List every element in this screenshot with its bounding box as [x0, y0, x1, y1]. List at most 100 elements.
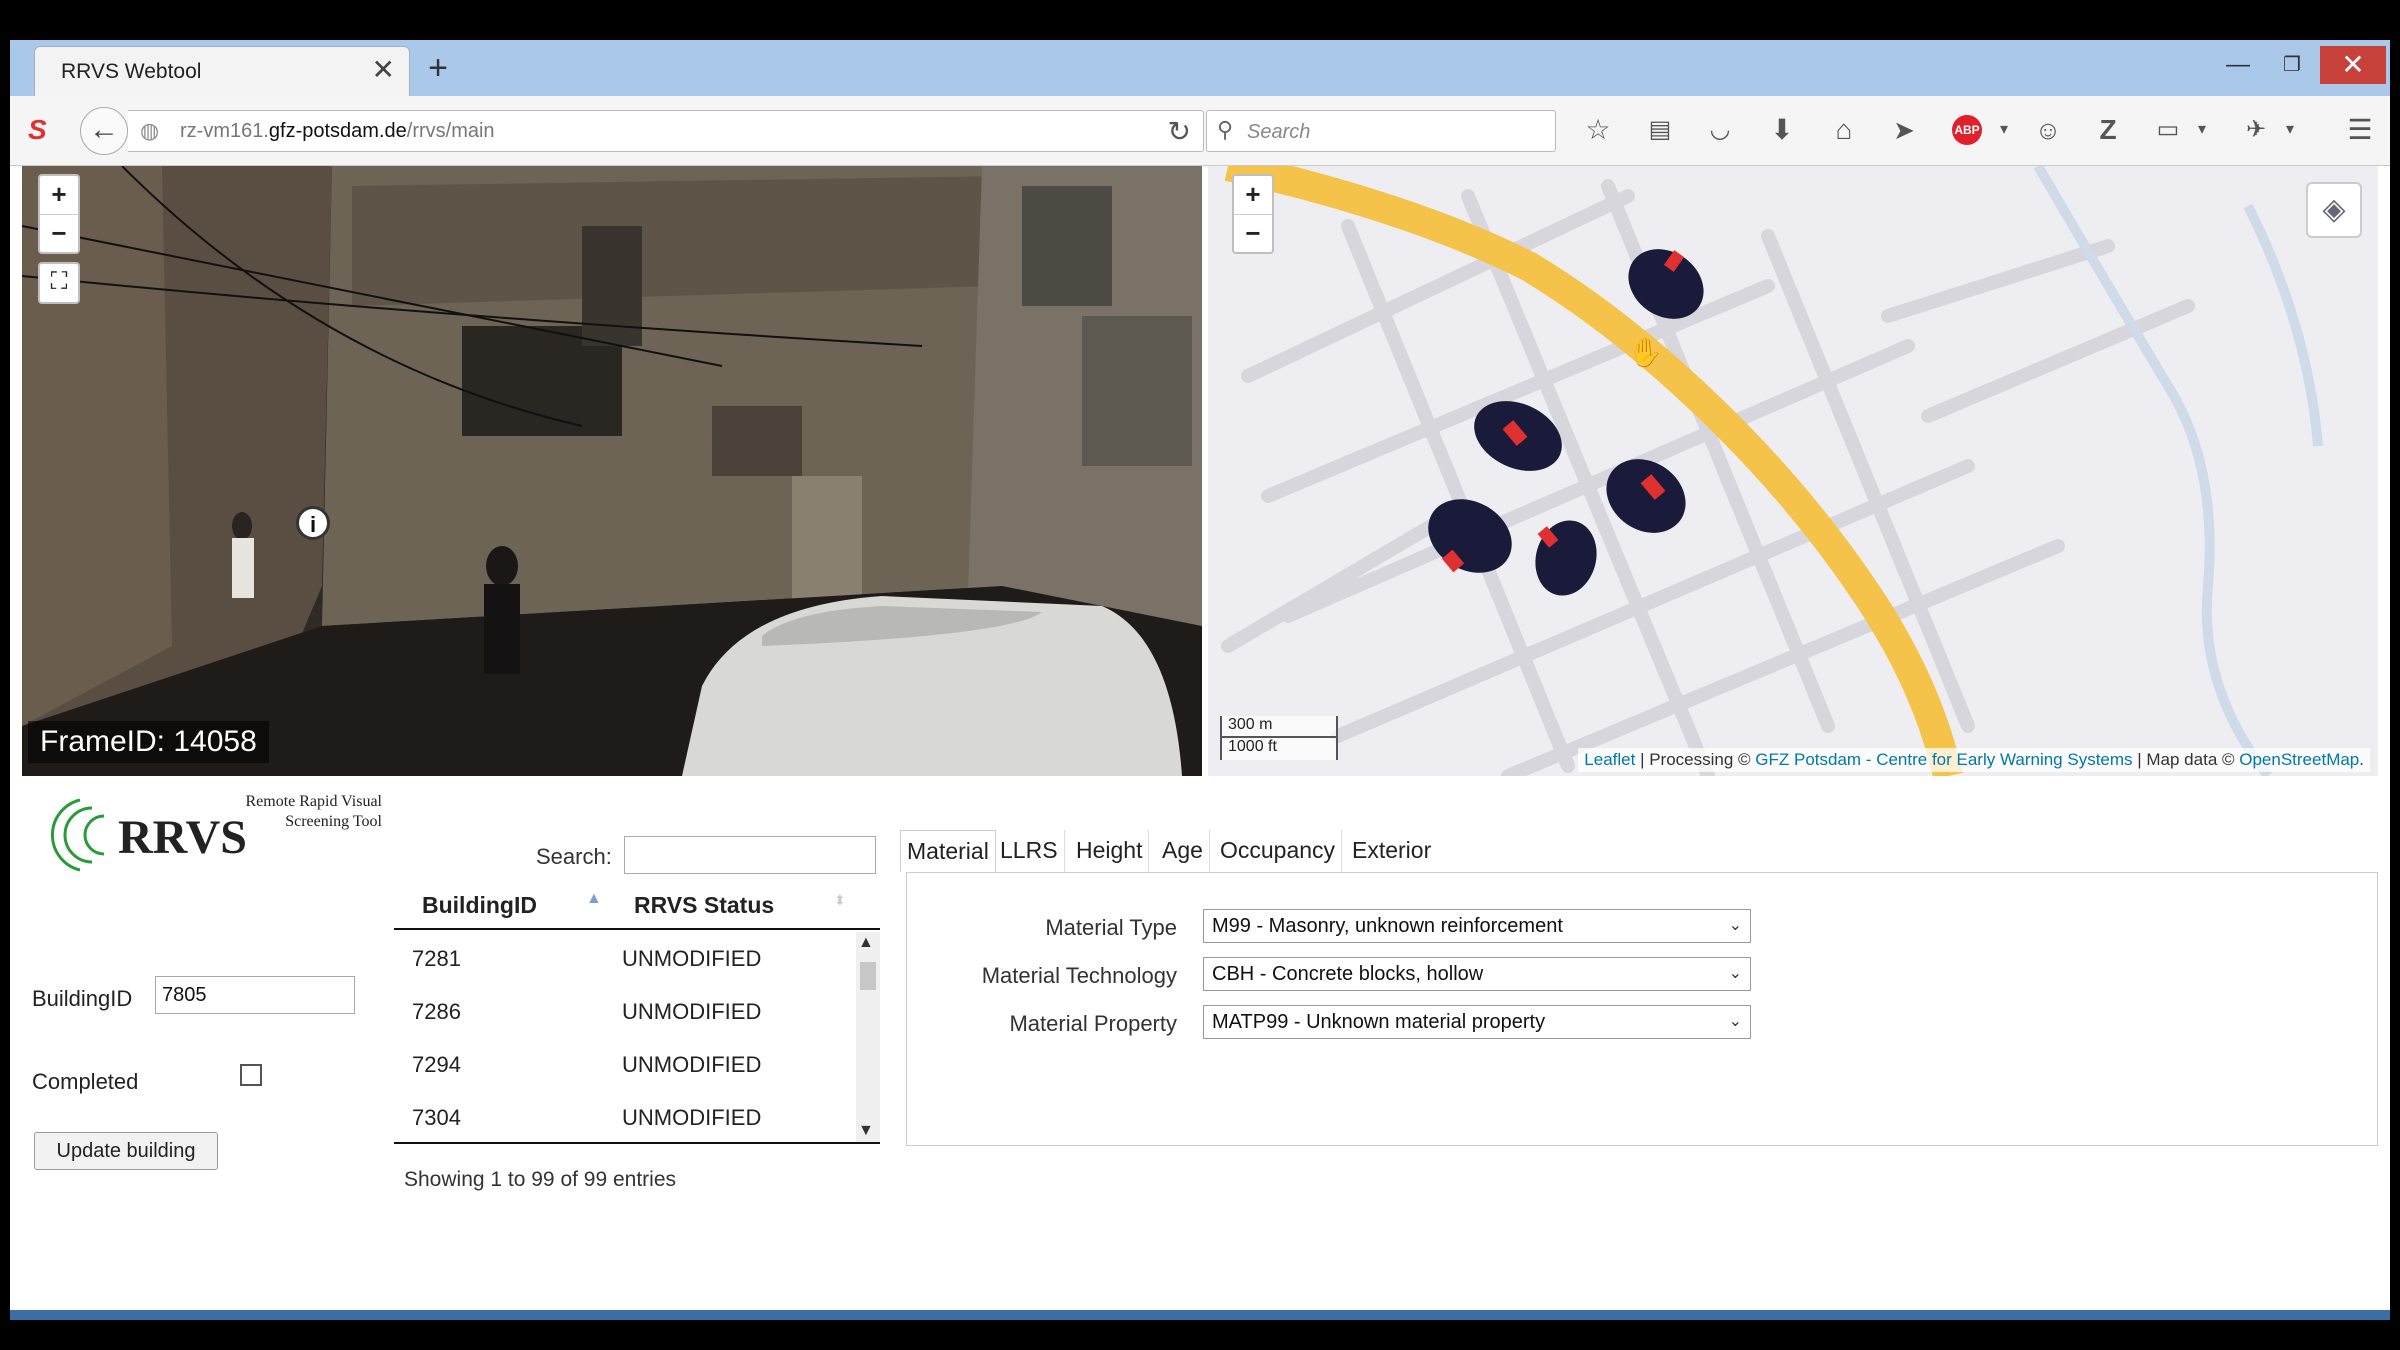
tab-bar: RRVS Webtool ✕ + — ❐ ✕ — [10, 40, 2390, 96]
material-property-label: Material Property — [1009, 1011, 1177, 1036]
table-entries-info: Showing 1 to 99 of 99 entries — [404, 1168, 677, 1191]
column-header-status[interactable]: RRVS Status — [634, 892, 774, 919]
scroll-up-icon[interactable]: ▲ — [858, 934, 874, 952]
back-button[interactable]: ← — [80, 107, 128, 155]
table-row[interactable]: 7281 UNMODIFIED — [394, 932, 854, 985]
adblock-icon[interactable]: ABP — [1952, 115, 1982, 145]
table-scrollbar[interactable]: ▲ ▼ — [856, 932, 880, 1142]
chevron-down-icon[interactable]: ▾ — [2182, 112, 2222, 148]
pocket-icon[interactable]: ◡ — [1700, 112, 1740, 148]
scale-metric: 300 m — [1220, 716, 1338, 738]
rrvs-logo: RRVS Remote Rapid Visual Screening Tool — [32, 790, 392, 890]
tab-height[interactable]: Height — [1070, 830, 1150, 872]
image-zoom-control: + − — [38, 174, 80, 254]
gfz-link[interactable]: GFZ Potsdam - Centre for Early Warning S… — [1755, 750, 2132, 769]
completed-checkbox[interactable] — [240, 1064, 262, 1086]
scroll-down-icon[interactable]: ▼ — [858, 1122, 874, 1140]
street-image-viewer[interactable]: + − ⛶ i FrameID: 14058 — [22, 166, 1202, 776]
zotero-icon[interactable]: Z — [2088, 112, 2128, 148]
chevron-down-icon: ⌄ — [1728, 1013, 1742, 1030]
tab-exterior-walls[interactable]: Exterior Walls — [1346, 830, 1437, 903]
layers-icon[interactable]: ◈ — [2306, 182, 2362, 238]
table-row[interactable]: 7294 UNMODIFIED — [394, 1038, 854, 1091]
completed-label: Completed — [32, 1069, 139, 1094]
search-icon: ⚲ — [1217, 117, 1234, 142]
close-window-button[interactable]: ✕ — [2320, 46, 2386, 84]
table-search-input[interactable] — [624, 836, 876, 874]
scale-imperial: 1000 ft — [1220, 738, 1338, 760]
material-type-select[interactable]: M99 - Masonry, unknown reinforcement ⌄ — [1203, 909, 1751, 943]
address-bar[interactable]: ◍ rz-vm161.gfz-potsdam.de/rrvs/main ↻ — [128, 110, 1204, 152]
star-icon[interactable]: ☆ — [1578, 112, 1618, 148]
building-table: BuildingID ▲ RRVS Status ⬍ 7281 UNMODIFI… — [394, 880, 880, 1160]
tab-age[interactable]: Age — [1156, 830, 1210, 872]
map-zoom-in-button[interactable]: + — [1234, 176, 1272, 214]
tab-llrs[interactable]: LLRS — [994, 830, 1065, 872]
building-id-field[interactable]: 7805 — [155, 976, 355, 1014]
logo-subtitle: Remote Rapid Visual Screening Tool — [245, 793, 382, 830]
chat-icon[interactable]: ☺ — [2028, 112, 2068, 148]
map-zoom-out-button[interactable]: − — [1234, 214, 1272, 252]
sort-icon: ⬍ — [834, 892, 846, 908]
map-tiles: ✋ — [1208, 166, 2378, 776]
tab-occupancy[interactable]: Occupancy — [1214, 830, 1343, 872]
home-icon[interactable]: ⌂ — [1824, 112, 1864, 148]
table-header: BuildingID ▲ RRVS Status ⬍ — [394, 880, 880, 930]
download-icon[interactable]: ⬇ — [1762, 112, 1802, 148]
screen: RRVS Webtool ✕ + — ❐ ✕ S ← ◍ rz-vm161.gf… — [0, 0, 2400, 1350]
leaflet-link[interactable]: Leaflet — [1584, 750, 1635, 769]
send-icon[interactable]: ➤ — [1884, 112, 1924, 148]
page-content: + − ⛶ i FrameID: 14058 ✋ + − ◈ 300 m 100… — [10, 166, 2390, 1310]
image-zoom-in-button[interactable]: + — [40, 176, 78, 214]
material-technology-label: Material Technology — [981, 963, 1177, 988]
table-search-label: Search: — [536, 844, 612, 869]
material-technology-select[interactable]: CBH - Concrete blocks, hollow ⌄ — [1203, 957, 1751, 991]
material-property-select[interactable]: MATP99 - Unknown material property ⌄ — [1203, 1005, 1751, 1039]
update-building-button[interactable]: Update building — [34, 1132, 218, 1170]
chevron-down-icon[interactable]: ▾ — [1984, 112, 2024, 148]
street-photo — [22, 166, 1202, 776]
hand-cursor-icon: ✋ — [1628, 336, 1663, 369]
map-viewer[interactable]: ✋ + − ◈ 300 m 1000 ft Leaflet | Processi… — [1208, 166, 2378, 776]
attribute-panel: Material Type M99 - Masonry, unknown rei… — [906, 872, 2378, 1146]
table-body: 7281 UNMODIFIED 7286 UNMODIFIED 7294 UNM… — [394, 932, 880, 1144]
search-bar[interactable]: ⚲ Search — [1206, 110, 1556, 152]
chevron-down-icon: ⌄ — [1728, 965, 1742, 982]
logo-text: RRVS — [118, 811, 247, 864]
minimize-button[interactable]: — — [2213, 46, 2263, 84]
image-zoom-out-button[interactable]: − — [40, 214, 78, 252]
map-scale-bar: 300 m 1000 ft — [1220, 716, 1338, 760]
column-header-buildingid[interactable]: BuildingID — [422, 892, 537, 919]
fullscreen-icon[interactable]: ⛶ — [38, 262, 80, 304]
addon-s-icon[interactable]: S — [28, 114, 47, 146]
info-icon[interactable]: i — [296, 506, 330, 540]
globe-icon: ◍ — [140, 118, 160, 143]
reload-icon[interactable]: ↻ — [1168, 115, 1191, 148]
new-tab-button[interactable]: + — [418, 50, 458, 86]
sort-ascending-icon: ▲ — [586, 890, 602, 907]
url-text: rz-vm161.gfz-potsdam.de/rrvs/main — [180, 120, 495, 142]
maximize-button[interactable]: ❐ — [2267, 46, 2317, 84]
scrollbar-thumb[interactable] — [860, 962, 876, 990]
logo-arcs-icon — [50, 798, 105, 872]
map-zoom-control: + − — [1232, 174, 1274, 254]
osm-link[interactable]: OpenStreetMap — [2239, 750, 2359, 769]
chevron-down-icon: ⌄ — [1728, 917, 1742, 934]
navigation-bar: S ← ◍ rz-vm161.gfz-potsdam.de/rrvs/main … — [10, 96, 2390, 166]
browser-window: RRVS Webtool ✕ + — ❐ ✕ S ← ◍ rz-vm161.gf… — [10, 40, 2390, 1310]
material-type-label: Material Type — [1045, 915, 1177, 940]
table-row[interactable]: 7286 UNMODIFIED — [394, 985, 854, 1038]
tab-title: RRVS Webtool — [61, 60, 202, 83]
building-id-label: BuildingID — [32, 986, 133, 1011]
search-placeholder: Search — [1247, 121, 1311, 143]
os-taskbar — [10, 1310, 2390, 1320]
close-tab-icon[interactable]: ✕ — [372, 55, 395, 85]
browser-tab[interactable]: RRVS Webtool ✕ — [34, 46, 410, 96]
frame-id-label: FrameID: 14058 — [28, 721, 269, 763]
table-row[interactable]: 7304 UNMODIFIED — [394, 1091, 854, 1142]
map-attribution: Leaflet | Processing © GFZ Potsdam - Cen… — [1578, 748, 2370, 772]
reading-list-icon[interactable]: ▤ — [1640, 112, 1680, 148]
tab-material[interactable]: Material — [900, 830, 996, 872]
menu-icon[interactable]: ☰ — [2340, 112, 2380, 148]
chevron-down-icon[interactable]: ▾ — [2270, 112, 2310, 148]
